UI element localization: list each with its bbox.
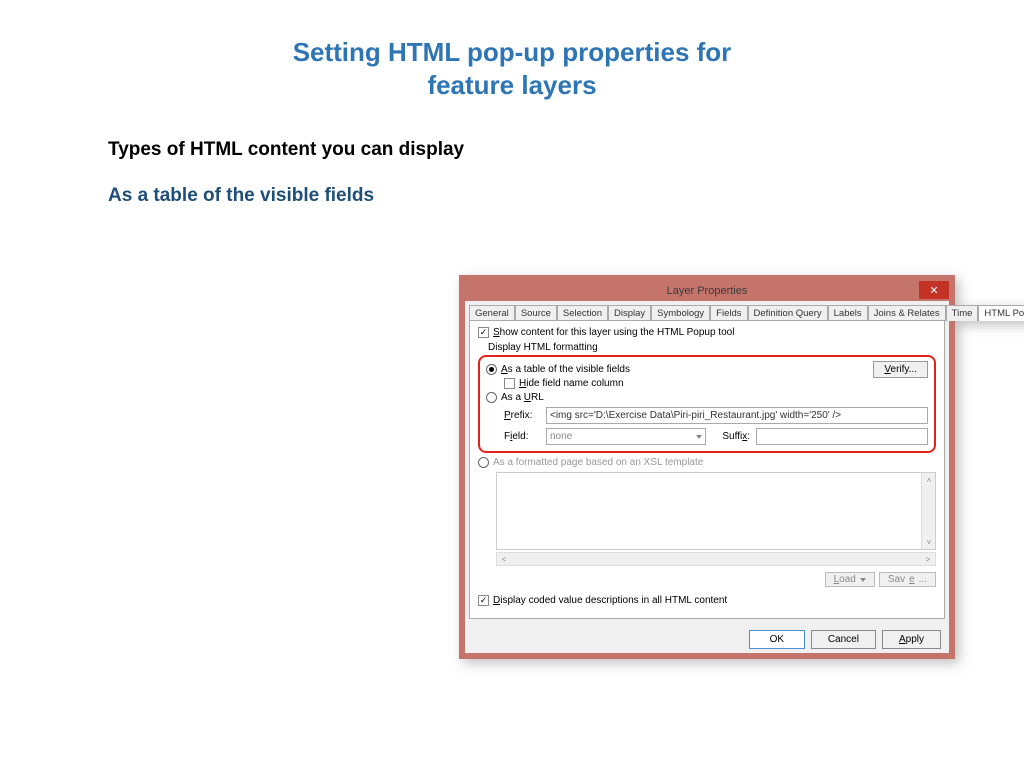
tab-joins-relates[interactable]: Joins & Relates [868, 305, 946, 321]
display-coded-checkbox[interactable]: ✓ [478, 595, 489, 606]
display-coded-label: Display coded value descriptions in all … [493, 595, 727, 606]
dialog-title: Layer Properties [667, 285, 748, 297]
radio-url[interactable] [486, 392, 497, 403]
apply-button[interactable]: Apply [882, 630, 941, 649]
tab-time[interactable]: Time [946, 305, 979, 321]
scroll-right-icon: ˃ [921, 552, 935, 566]
xsl-template-textarea[interactable]: ˄ ˅ [496, 472, 936, 550]
scroll-up-icon: ˄ [922, 473, 936, 487]
tab-labels[interactable]: Labels [828, 305, 868, 321]
tab-strip: General Source Selection Display Symbolo… [465, 301, 949, 321]
tab-html-popup[interactable]: HTML Popup [978, 305, 1024, 321]
tab-display[interactable]: Display [608, 305, 651, 321]
hide-field-name-checkbox[interactable] [504, 378, 515, 389]
chevron-down-icon [860, 578, 866, 582]
radio-table[interactable] [486, 364, 497, 375]
close-button[interactable]: ✕ [919, 281, 949, 299]
scrollbar-vertical[interactable]: ˄ ˅ [921, 473, 935, 549]
layer-properties-dialog: Layer Properties ✕ General Source Select… [459, 275, 955, 659]
tab-selection[interactable]: Selection [557, 305, 608, 321]
dialog-titlebar: Layer Properties ✕ [465, 281, 949, 301]
slide-title: Setting HTML pop-up properties for featu… [0, 0, 1024, 101]
save-button[interactable]: Save... [879, 572, 936, 587]
display-formatting-label: Display HTML formatting [488, 342, 936, 353]
radio-xsl-label: As a formatted page based on an XSL temp… [493, 457, 703, 468]
tab-fields[interactable]: Fields [710, 305, 747, 321]
suffix-label: Suffix: [712, 431, 750, 442]
radio-table-label: As a table of the visible fields [501, 364, 630, 375]
load-button[interactable]: Load [825, 572, 875, 587]
highlighted-region: Verify... As a table of the visible fiel… [478, 355, 936, 453]
dialog-button-row: OK Cancel Apply [465, 624, 949, 653]
field-label: Field: [504, 431, 540, 442]
verify-button[interactable]: Verify... [873, 361, 928, 378]
radio-xsl[interactable] [478, 457, 489, 468]
scroll-left-icon: ˂ [497, 552, 511, 566]
close-icon: ✕ [929, 284, 938, 297]
hide-field-name-label: Hide field name column [519, 378, 624, 389]
tab-definition-query[interactable]: Definition Query [748, 305, 828, 321]
field-combo[interactable]: none [546, 428, 706, 445]
show-content-checkbox[interactable]: ✓ [478, 327, 489, 338]
radio-url-label: As a URL [501, 392, 544, 403]
prefix-input[interactable] [546, 407, 928, 424]
scroll-down-icon: ˅ [922, 535, 936, 549]
suffix-input[interactable] [756, 428, 928, 445]
slide-subtitle-1: Types of HTML content you can display [108, 139, 1024, 161]
scrollbar-horizontal[interactable]: ˂ ˃ [496, 552, 936, 566]
slide-subtitle-2: As a table of the visible fields [108, 185, 1024, 207]
tab-source[interactable]: Source [515, 305, 557, 321]
tab-panel-html-popup: ✓ Show content for this layer using the … [469, 320, 945, 619]
prefix-label: Prefix: [504, 410, 540, 421]
tab-symbology[interactable]: Symbology [651, 305, 710, 321]
tab-general[interactable]: General [469, 305, 515, 321]
ok-button[interactable]: OK [749, 630, 805, 649]
chevron-down-icon [696, 435, 702, 439]
cancel-button[interactable]: Cancel [811, 630, 876, 649]
show-content-label: Show content for this layer using the HT… [493, 327, 734, 338]
